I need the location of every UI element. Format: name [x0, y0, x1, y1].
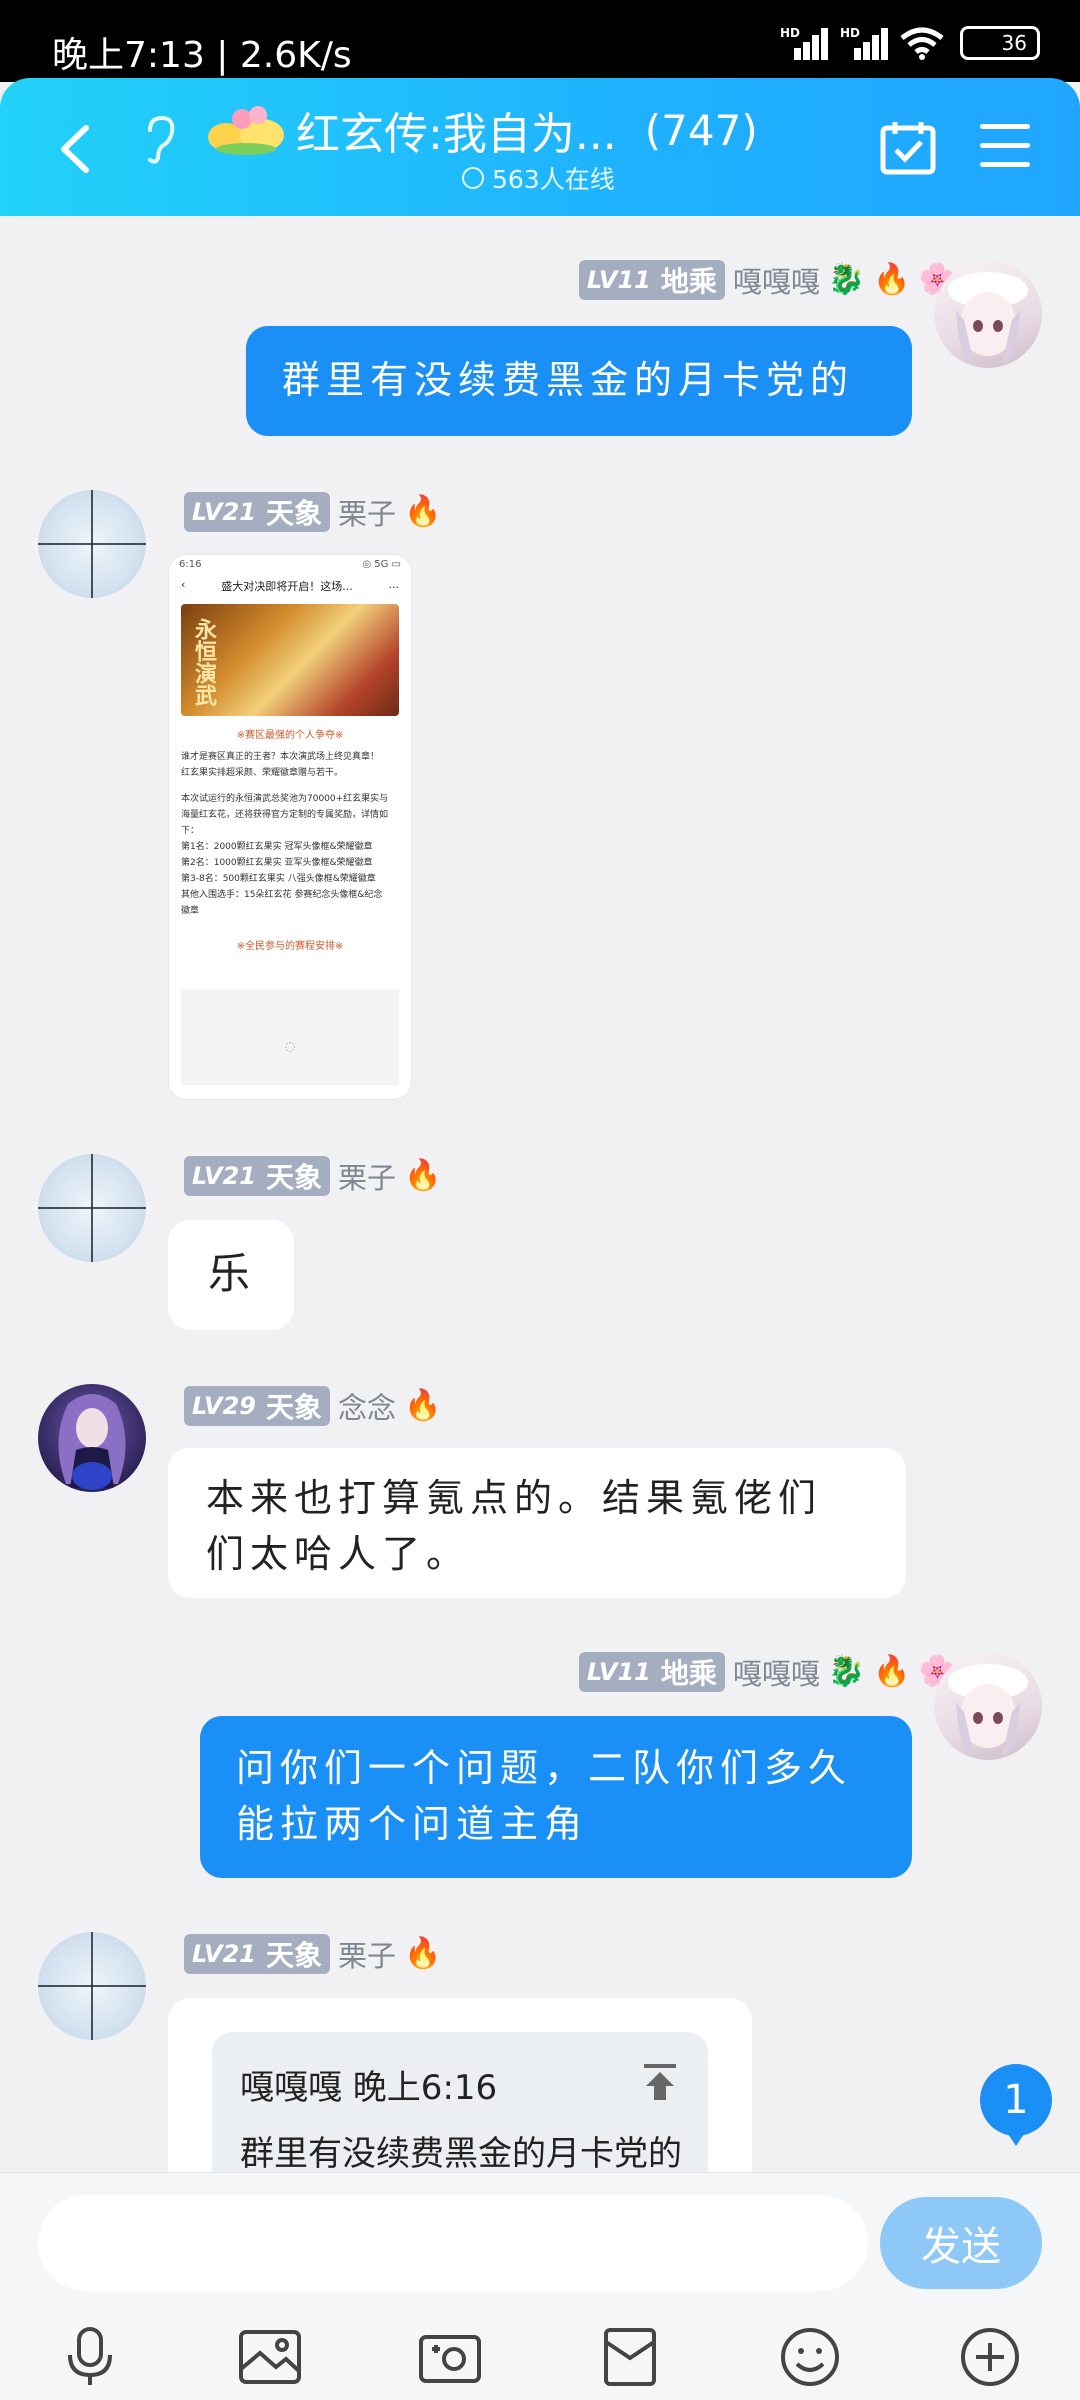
- sender-name[interactable]: 嘎嘎嘎: [733, 259, 820, 301]
- camera-icon[interactable]: [414, 2321, 486, 2393]
- image-icon[interactable]: [234, 2321, 306, 2393]
- group-name: 红玄传:我自为...: [296, 109, 617, 160]
- group-title[interactable]: 红玄传:我自为... (747): [206, 98, 758, 162]
- sender-meta: LV29 天象 念念 🔥: [184, 1386, 441, 1426]
- avatar[interactable]: [934, 1652, 1042, 1760]
- sender-meta: LV11 地乘 嘎嘎嘎 🐉 🔥 🌸: [578, 1651, 956, 1693]
- jump-to-top-icon[interactable]: [642, 2062, 678, 2102]
- signal-icon: HD: [780, 26, 828, 60]
- level-badge: LV29 天象: [184, 1386, 330, 1426]
- level-badge: LV21 天象: [184, 492, 330, 532]
- group-emblem-icon: [208, 106, 284, 155]
- input-toolbar: [0, 2321, 1080, 2393]
- message-bubble[interactable]: 乐: [168, 1220, 294, 1330]
- quoted-text: 群里有没续费黑金的月卡党的: [240, 2134, 682, 2172]
- menu-icon[interactable]: [980, 124, 1030, 168]
- back-chevron-icon[interactable]: [56, 124, 96, 174]
- quoted-author-time: 嘎嘎嘎 晚上6:16: [240, 2068, 498, 2108]
- back-chevron-icon: ‹: [181, 578, 186, 591]
- avatar[interactable]: [38, 1154, 146, 1262]
- online-count: 563人在线: [462, 160, 615, 196]
- battery-icon: 36: [960, 26, 1040, 60]
- fire-badge-icon: 🔥: [873, 262, 911, 297]
- wifi-icon: [900, 27, 944, 60]
- sender-name[interactable]: 栗子: [338, 491, 396, 533]
- signal-icon: HD: [840, 26, 888, 60]
- sender-meta: LV21 天象 栗子 🔥: [184, 492, 441, 532]
- send-button[interactable]: 发送: [880, 2197, 1042, 2289]
- fire-badge-icon: 🔥: [404, 1388, 442, 1423]
- dragon-badge-icon: 🐉: [827, 262, 866, 297]
- sender-meta: LV21 天象 栗子 🔥: [184, 1156, 441, 1196]
- fire-badge-icon: 🔥: [404, 1158, 442, 1193]
- fire-badge-icon: 🔥: [404, 494, 442, 529]
- red-packet-icon[interactable]: [594, 2321, 666, 2393]
- microphone-icon[interactable]: [54, 2321, 126, 2393]
- status-time: 晚上7:13 | 2.6K/s: [52, 35, 352, 76]
- image-message[interactable]: 6:16 ◎ 5G ▭ ‹ 盛大对决即将开启！这场...... 永恒演武 ※赛区最强…: [168, 554, 412, 1100]
- sender-name[interactable]: 栗子: [338, 1155, 396, 1197]
- sender-name[interactable]: 嘎嘎嘎: [733, 1651, 820, 1693]
- message-bubble[interactable]: 本来也打算氪点的。结果氪佬们 们太哈人了。: [168, 1448, 906, 1598]
- quoted-message[interactable]: 嘎嘎嘎 晚上6:16 群里有没续费黑金的月卡党的: [212, 2032, 708, 2172]
- avatar[interactable]: [934, 260, 1042, 368]
- message-bubble[interactable]: 问你们一个问题，二队你们多久 能拉两个问道主角: [200, 1716, 912, 1878]
- dragon-badge-icon: 🐉: [827, 1654, 866, 1689]
- fire-badge-icon: 🔥: [873, 1654, 911, 1689]
- fire-badge-icon: 🔥: [404, 1936, 442, 1971]
- member-count: (747): [644, 105, 758, 155]
- sender-name[interactable]: 念念: [338, 1385, 396, 1427]
- online-icon: [462, 167, 484, 189]
- level-badge: LV11 地乘: [578, 1652, 725, 1692]
- message-input[interactable]: [38, 2195, 868, 2291]
- level-badge: LV21 天象: [184, 1156, 330, 1196]
- avatar[interactable]: [38, 1384, 146, 1492]
- message-bubble[interactable]: 群里有没续费黑金的月卡党的: [246, 326, 912, 436]
- message-list[interactable]: LV11 地乘 嘎嘎嘎 🐉 🔥 🌸 群里有没续费黑金的月卡党的 LV21 天象 栗子…: [0, 216, 1080, 2172]
- event-banner: 永恒演武: [181, 604, 399, 716]
- calendar-check-icon[interactable]: [880, 120, 936, 176]
- level-badge: LV21 天象: [184, 1934, 330, 1974]
- unread-count-badge[interactable]: 1: [980, 2064, 1052, 2146]
- level-badge: LV11 地乘: [578, 260, 725, 300]
- reply-message-bubble[interactable]: 嘎嘎嘎 晚上6:16 群里有没续费黑金的月卡党的: [168, 1998, 752, 2172]
- input-area: 发送: [0, 2172, 1080, 2400]
- status-bar: 晚上7:13 | 2.6K/s HD HD 36: [0, 0, 1080, 82]
- ear-icon[interactable]: [142, 114, 178, 177]
- avatar[interactable]: [38, 1932, 146, 2040]
- plus-icon[interactable]: [954, 2321, 1026, 2393]
- avatar[interactable]: [38, 490, 146, 598]
- sender-meta: LV11 地乘 嘎嘎嘎 🐉 🔥 🌸: [578, 259, 956, 301]
- sender-meta: LV21 天象 栗子 🔥: [184, 1934, 441, 1974]
- emoji-icon[interactable]: [774, 2321, 846, 2393]
- status-icons: HD HD 36: [780, 26, 1040, 60]
- sender-name[interactable]: 栗子: [338, 1933, 396, 1975]
- chat-header: 红玄传:我自为... (747) 563人在线: [0, 78, 1080, 216]
